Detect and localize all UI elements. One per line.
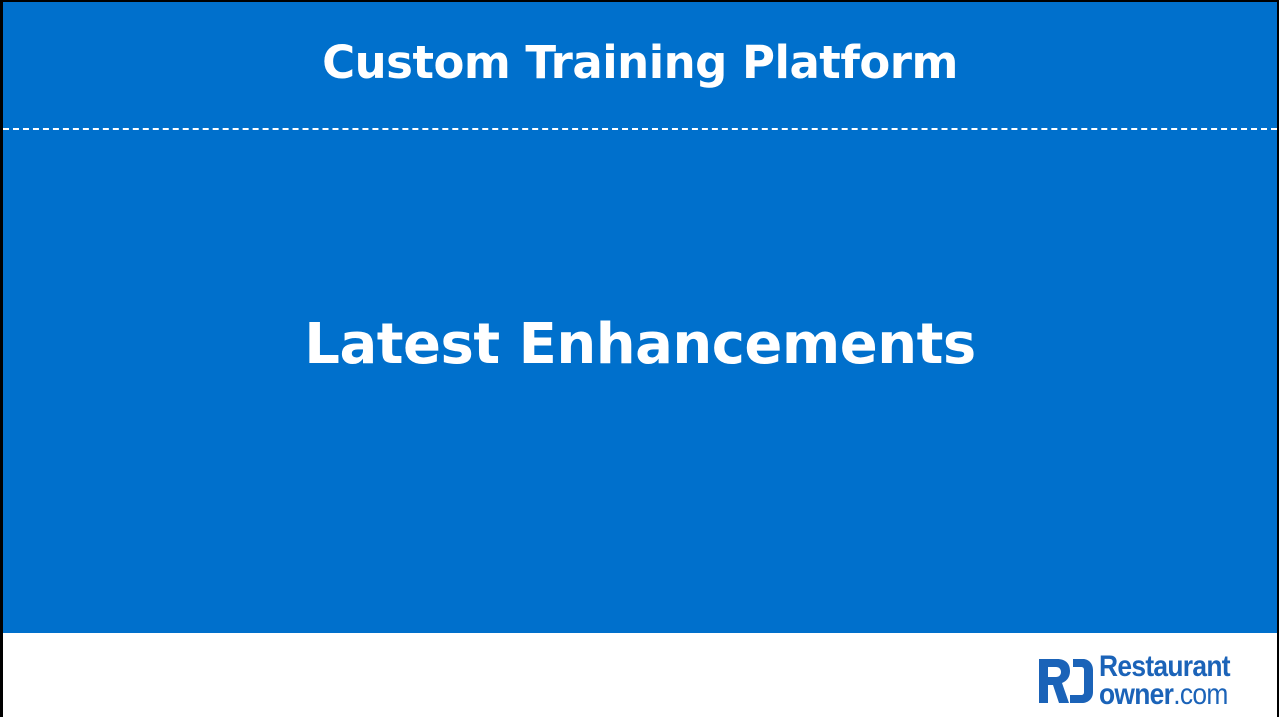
main-title: Latest Enhancements xyxy=(304,312,976,377)
dashed-divider xyxy=(3,128,1277,130)
logo-dotcom-text: .com xyxy=(1173,678,1228,711)
header-title: Custom Training Platform xyxy=(322,36,958,89)
logo-owner-text: owner xyxy=(1099,678,1174,711)
logo-line-restaurant: Restaurant xyxy=(1099,650,1231,684)
ro-monogram-icon xyxy=(1039,659,1093,703)
title-panel: Custom Training Platform Latest Enhancem… xyxy=(3,2,1277,633)
slide: Custom Training Platform Latest Enhancem… xyxy=(0,0,1279,717)
restaurant-owner-logo: Restaurant owner.com xyxy=(1037,650,1269,711)
logo-line-owner: owner.com xyxy=(1099,678,1230,711)
logo-wordmark: Restaurant owner.com xyxy=(1099,650,1248,711)
